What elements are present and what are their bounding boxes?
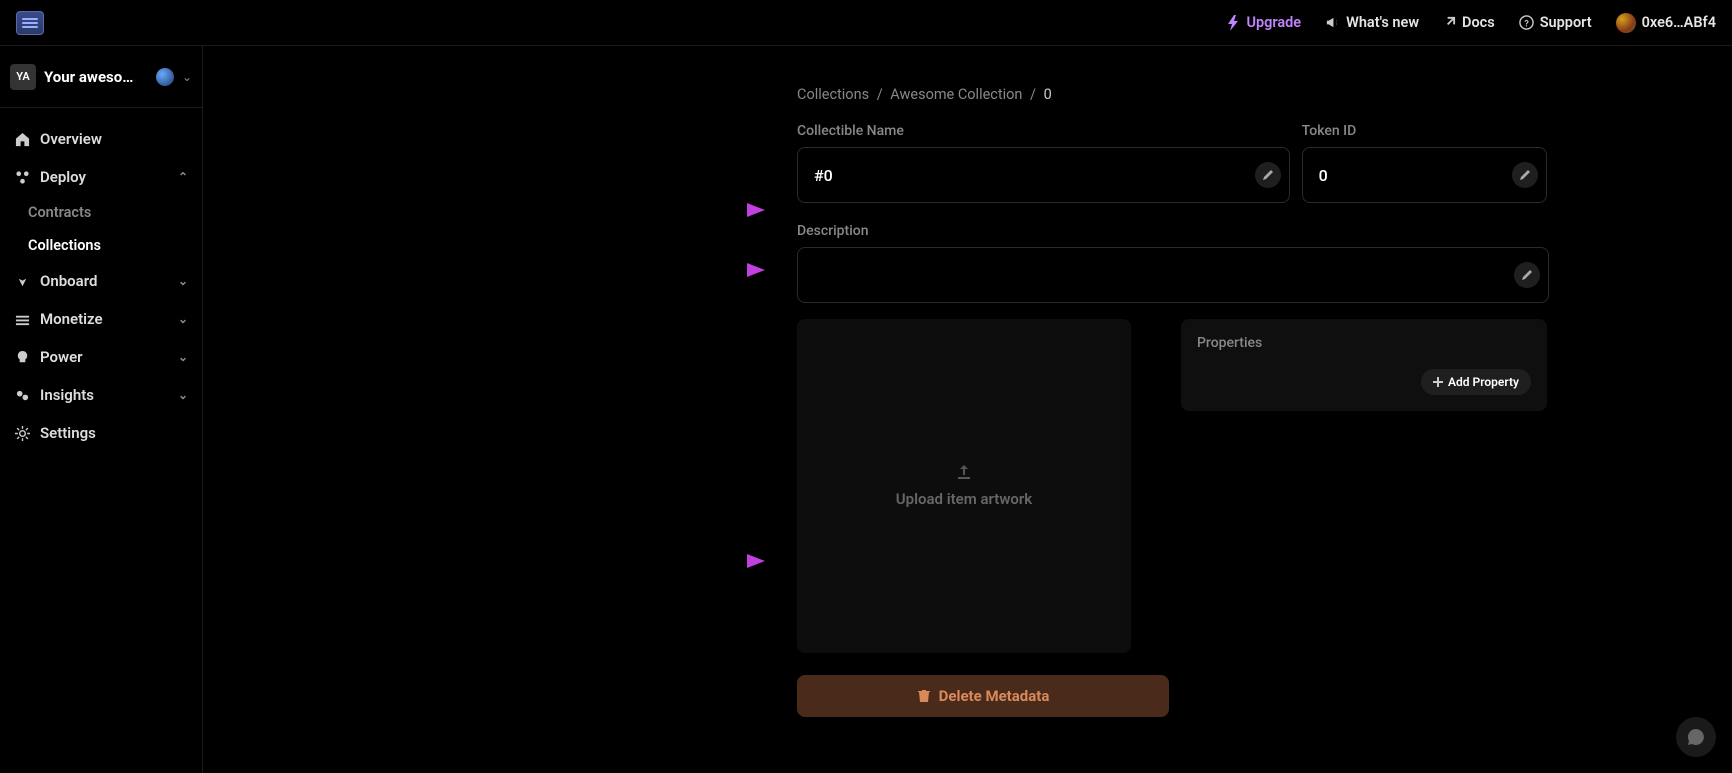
app-logo[interactable] (16, 11, 44, 35)
name-input[interactable]: #0 (797, 147, 1290, 203)
chevron-down-icon: ⌄ (178, 312, 188, 326)
chevron-down-icon: ⌄ (182, 70, 192, 84)
chat-icon (1687, 728, 1705, 746)
name-value: #0 (814, 166, 1255, 185)
pencil-icon (1519, 169, 1531, 181)
wallet-address: 0xe6…ABf4 (1642, 14, 1716, 31)
whatsnew-button[interactable]: What's new (1325, 14, 1419, 31)
edit-desc-button[interactable] (1514, 262, 1540, 288)
docs-button[interactable]: Docs (1443, 14, 1495, 31)
properties-title: Properties (1197, 335, 1531, 351)
upload-icon (956, 464, 972, 480)
upload-artwork[interactable]: Upload item artwork (797, 319, 1131, 653)
sidebar-label: Settings (40, 424, 96, 442)
upgrade-button[interactable]: Upgrade (1228, 14, 1301, 31)
breadcrumb-token: 0 (1044, 86, 1052, 103)
power-icon (14, 350, 30, 365)
main-content: Collections / Awesome Collection / 0 Col… (203, 46, 1732, 773)
chevron-down-icon: ⌄ (178, 388, 188, 402)
insights-icon (14, 388, 30, 403)
sidebar-item-insights[interactable]: Insights ⌄ (0, 376, 202, 414)
whatsnew-label: What's new (1346, 14, 1419, 31)
name-label: Collectible Name (797, 123, 1290, 139)
pencil-icon (1521, 269, 1533, 281)
support-button[interactable]: ? Support (1519, 14, 1592, 31)
sidebar-label: Onboard (40, 272, 97, 290)
breadcrumb: Collections / Awesome Collection / 0 (797, 86, 1547, 103)
breadcrumb-collection[interactable]: Awesome Collection (890, 86, 1022, 103)
sidebar-label: Power (40, 348, 83, 366)
megaphone-icon (1325, 15, 1340, 30)
sidebar-item-power[interactable]: Power ⌄ (0, 338, 202, 376)
sidebar-item-monetize[interactable]: Monetize ⌄ (0, 300, 202, 338)
wallet-button[interactable]: 0xe6…ABf4 (1616, 13, 1716, 33)
sidebar-item-overview[interactable]: Overview (0, 120, 202, 158)
sidebar-item-deploy[interactable]: Deploy ⌃ (0, 158, 202, 196)
pencil-icon (1262, 169, 1274, 181)
chevron-down-icon: ⌄ (178, 350, 188, 364)
annotation-arrow (679, 203, 765, 217)
svg-text:?: ? (1524, 18, 1529, 29)
upgrade-label: Upgrade (1246, 14, 1301, 31)
token-label: Token ID (1302, 123, 1547, 139)
annotation-arrow (679, 263, 765, 277)
token-input[interactable]: 0 (1302, 147, 1547, 203)
home-icon (14, 132, 30, 147)
token-value: 0 (1319, 166, 1512, 185)
properties-panel: Properties Add Property (1181, 319, 1547, 411)
edit-token-button[interactable] (1512, 162, 1538, 188)
trash-icon (917, 689, 931, 703)
desc-label: Description (797, 223, 1549, 239)
chevron-up-icon: ⌃ (178, 170, 188, 184)
project-selector[interactable]: YA Your aweso… ⌄ (0, 46, 202, 108)
upload-label: Upload item artwork (896, 490, 1032, 508)
sidebar-label: Insights (40, 386, 94, 404)
sidebar-item-collections[interactable]: Collections (0, 229, 202, 262)
onboard-icon (14, 274, 30, 289)
docs-label: Docs (1462, 14, 1495, 31)
sidebar-item-contracts[interactable]: Contracts (0, 196, 202, 229)
sidebar-item-onboard[interactable]: Onboard ⌄ (0, 262, 202, 300)
sidebar-label: Monetize (40, 310, 103, 328)
sidebar-item-settings[interactable]: Settings (0, 414, 202, 452)
project-name: Your aweso… (44, 68, 148, 86)
edit-name-button[interactable] (1255, 162, 1281, 188)
deploy-icon (14, 170, 30, 185)
wallet-avatar (1616, 13, 1636, 33)
chevron-down-icon: ⌄ (178, 274, 188, 288)
sidebar-label: Deploy (40, 168, 86, 186)
topbar: Upgrade What's new Docs ? Support 0xe6…A… (0, 0, 1732, 46)
add-property-button[interactable]: Add Property (1421, 369, 1531, 395)
annotation-arrow (679, 554, 765, 568)
help-icon: ? (1519, 15, 1534, 30)
project-badge: YA (10, 64, 36, 90)
delete-label: Delete Metadata (939, 687, 1050, 705)
gear-icon (14, 426, 30, 441)
sidebar: YA Your aweso… ⌄ Overview Deploy ⌃ Contr… (0, 46, 203, 773)
desc-input[interactable] (797, 247, 1549, 303)
plus-icon (1433, 377, 1443, 387)
breadcrumb-collections[interactable]: Collections (797, 86, 869, 103)
monetize-icon (14, 312, 30, 327)
chat-button[interactable] (1676, 717, 1716, 757)
add-property-label: Add Property (1448, 375, 1519, 389)
sidebar-label: Overview (40, 130, 102, 148)
delete-metadata-button[interactable]: Delete Metadata (797, 675, 1169, 717)
network-icon (156, 68, 174, 86)
external-link-icon (1443, 16, 1456, 29)
bolt-icon (1228, 15, 1240, 31)
support-label: Support (1540, 14, 1592, 31)
